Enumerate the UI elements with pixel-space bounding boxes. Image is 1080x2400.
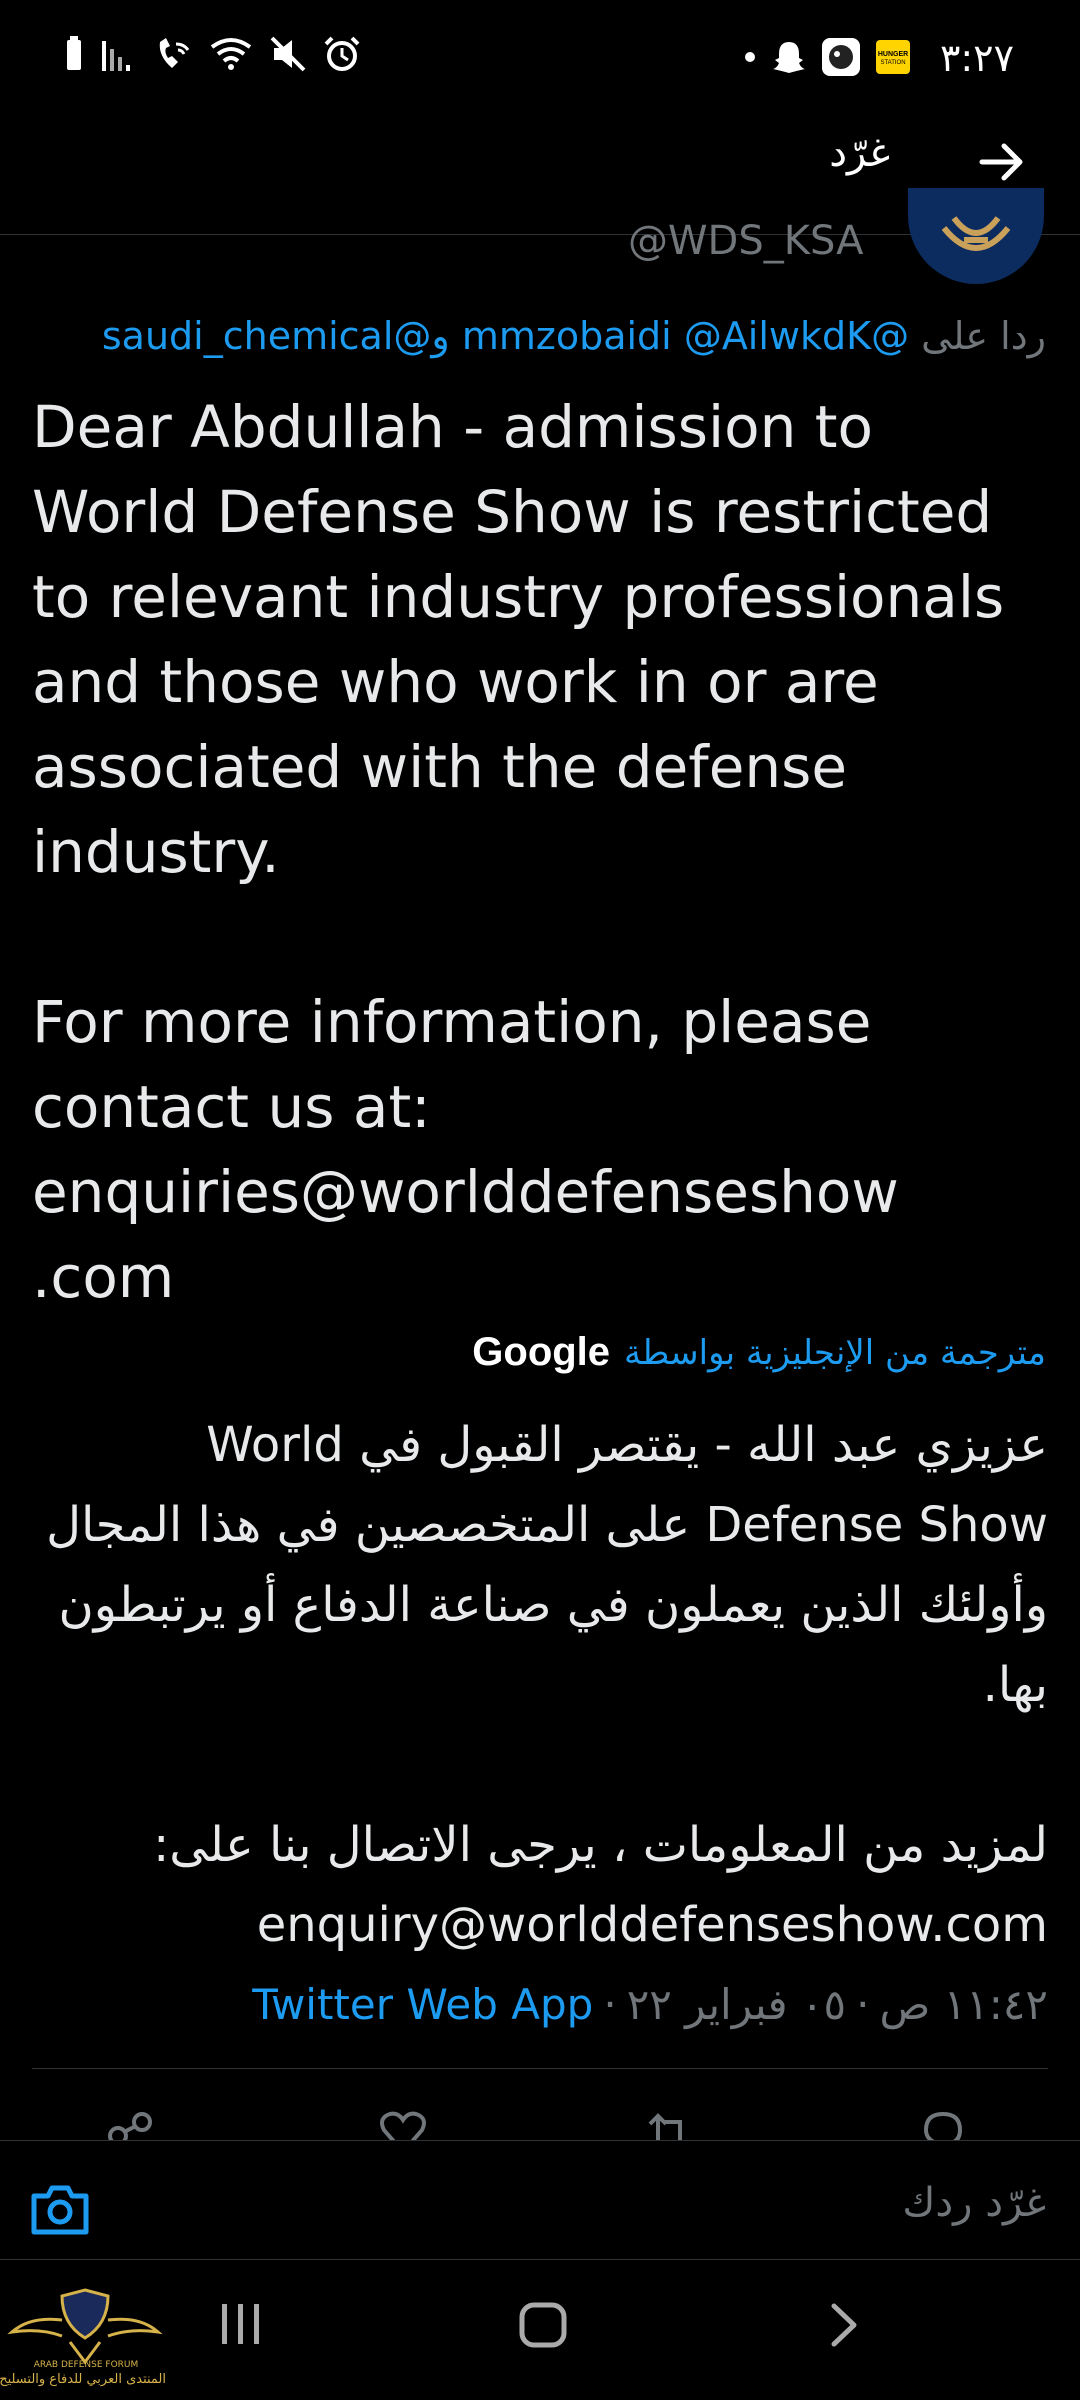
watermark-logo: ARAB DEFENSE FORUM المنتدى العربي للدفاع… — [0, 2276, 170, 2400]
mention-ailwkdk[interactable]: @AilwkdK — [684, 314, 871, 358]
wds-logo-icon — [941, 216, 1011, 251]
watermark-text-en: ARAB DEFENSE FORUM — [33, 2360, 139, 2370]
wifi-call-icon — [159, 38, 190, 68]
tweet-source-link[interactable]: Twitter Web App — [252, 1980, 593, 2029]
tweet-time: ١١:٤٢ ص — [879, 1980, 1048, 2029]
translated-tweet-text: عزيزي عبد الله - يقتصر القبول في World D… — [46, 1417, 1048, 1953]
reply-to-label: ردا على — [921, 314, 1046, 358]
page-title: غرّد — [829, 130, 890, 176]
watermark-text: المنتدى العربي للدفاع والتسليح — [0, 2372, 166, 2387]
separator-dot: · — [603, 1980, 617, 2029]
back-arrow-icon[interactable] — [978, 138, 1026, 186]
tweet-actions — [0, 2100, 1080, 2140]
retweet-icon[interactable] — [644, 2108, 694, 2140]
status-time: ٣:٢٧ — [939, 36, 1014, 80]
reply-icon[interactable] — [918, 2108, 968, 2140]
tweet-date: ٠٥ فبراير ٢٢ — [626, 1980, 847, 2029]
signal-icon — [102, 41, 130, 71]
recent-apps-icon[interactable] — [218, 2302, 266, 2346]
reply-to-line: ردا على @mmzobaidi @AilwkdK و@saudi_chem… — [102, 314, 1046, 358]
wifi-icon — [210, 38, 252, 70]
like-icon[interactable] — [378, 2108, 428, 2140]
tweet-meta: ١١:٤٢ ص·٠٥ فبراير ٢٢·Twitter Web App — [252, 1980, 1048, 2029]
snapchat-icon — [773, 42, 805, 73]
svg-text:HUNGER: HUNGER — [878, 51, 908, 58]
mention-saudi-chemical[interactable]: @saudi_chemical — [102, 314, 432, 358]
share-icon[interactable] — [106, 2108, 156, 2140]
shield-wings-icon — [7, 2288, 163, 2365]
translated-by[interactable]: مترجمة من الإنجليزية بواسطة Google — [472, 1330, 1046, 1375]
dot-icon — [745, 52, 755, 62]
app-icon — [822, 38, 860, 76]
alarm-icon — [324, 36, 360, 71]
separator-dot: · — [856, 1980, 870, 2029]
mention-conjunction: و — [431, 314, 450, 358]
svg-text:STATION: STATION — [880, 60, 905, 66]
author-handle[interactable]: @WDS_KSA — [628, 218, 863, 264]
mute-icon — [270, 36, 306, 72]
back-nav-icon[interactable] — [826, 2302, 862, 2348]
status-right-icons: HUNGER STATION — [744, 38, 910, 76]
reply-input-placeholder[interactable]: غرّد ردك — [902, 2180, 1046, 2226]
divider — [32, 2068, 1048, 2069]
tweet-text: Dear Abdullah - admission to World Defen… — [32, 393, 1005, 1311]
battery-icon — [67, 36, 81, 70]
translated-by-label: مترجمة من الإنجليزية بواسطة — [624, 1332, 1046, 1373]
home-icon[interactable] — [518, 2302, 568, 2348]
camera-icon[interactable] — [30, 2180, 90, 2236]
avatar[interactable] — [908, 188, 1044, 284]
google-logo: Google — [472, 1330, 611, 1374]
hungerstation-icon: HUNGER STATION — [876, 40, 910, 74]
status-left-icons — [64, 36, 360, 72]
